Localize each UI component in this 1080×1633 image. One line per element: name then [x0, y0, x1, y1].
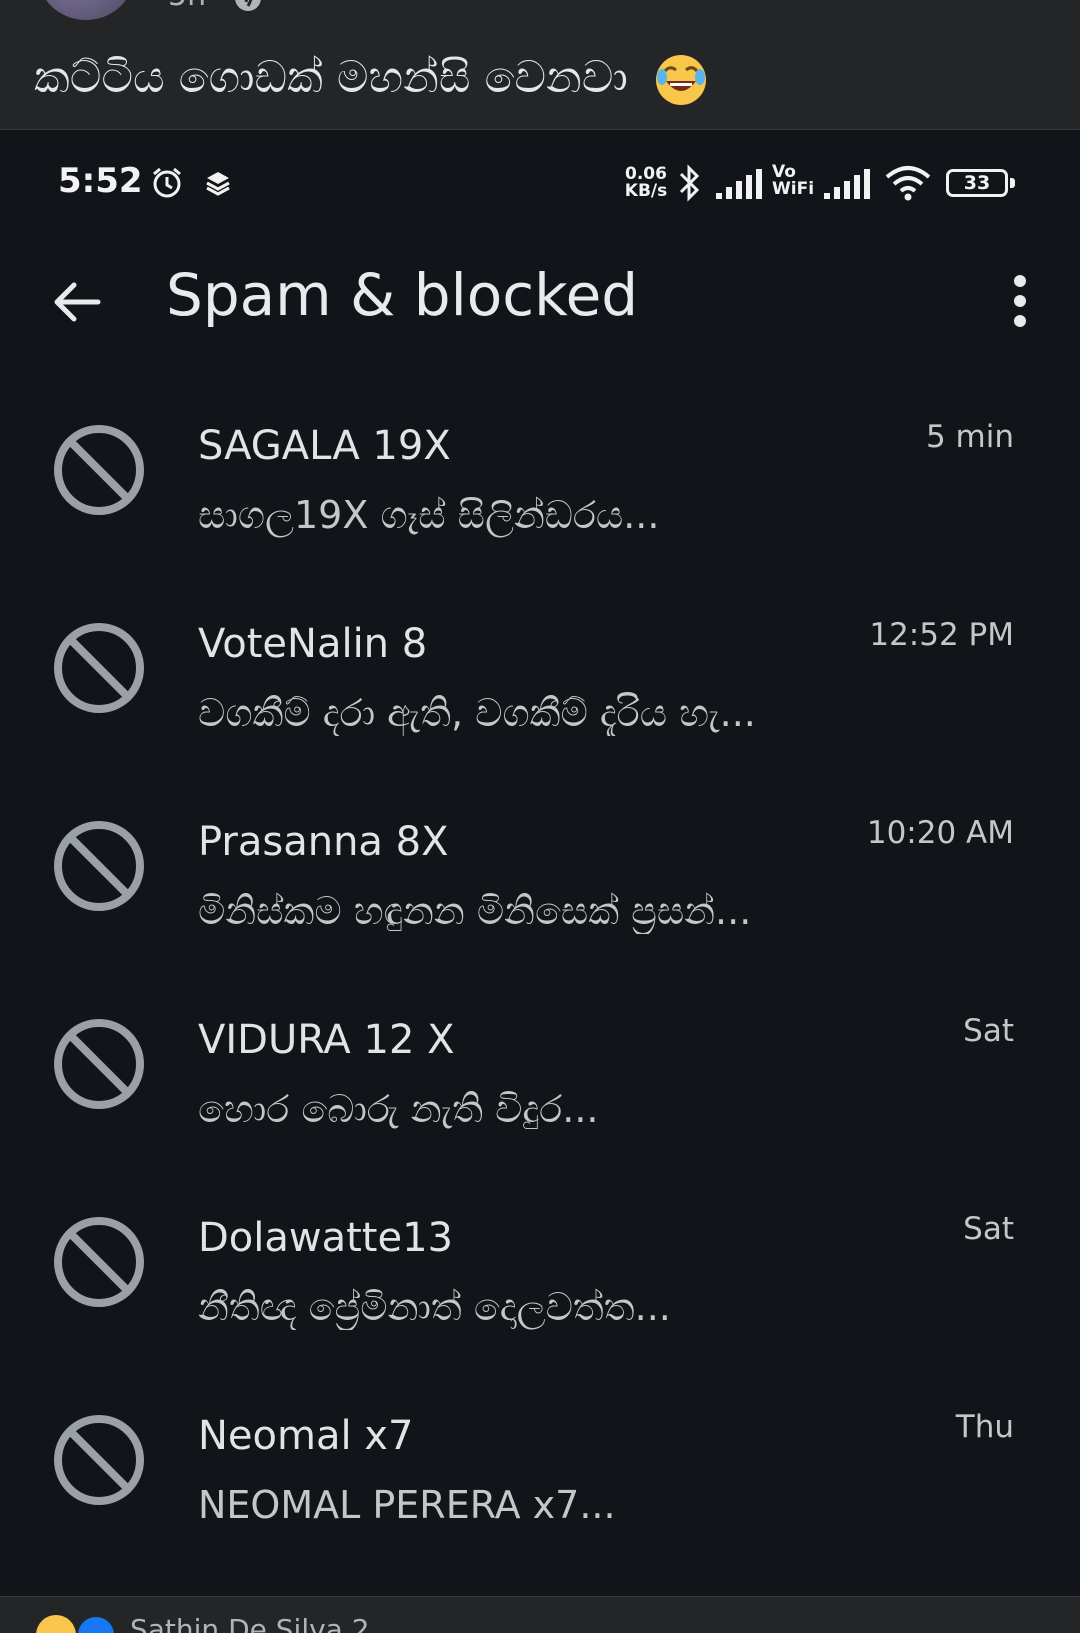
bluetooth-icon — [679, 164, 700, 202]
cellular-signal-icon — [716, 169, 762, 199]
conversation-name: Dolawatte13 — [198, 1215, 453, 1261]
cellular-signal-2-icon — [824, 169, 870, 199]
wifi-text: WiFi — [772, 179, 815, 199]
conversation-name: SAGALA 19X — [198, 423, 451, 469]
conversation-time: 12:52 PM — [869, 617, 1014, 653]
laughing-emoji-icon — [655, 55, 706, 105]
block-icon — [54, 1415, 144, 1505]
network-speed: 0.06 KB/s — [624, 166, 668, 200]
wifi-icon — [885, 166, 931, 201]
haha-reaction-icon — [36, 1615, 76, 1633]
post-header: 5h කට්ටිය ගොඩක් මහන්සි වෙනවා — [0, 0, 1080, 130]
layers-icon — [206, 172, 230, 196]
alarm-icon — [153, 167, 181, 198]
phone-screenshot: 5:52 0.06 KB/s Vo WiFi 33 Spam & blocked… — [0, 131, 1080, 1596]
post-footer: Sathin De Silva 2 — [0, 1596, 1080, 1633]
like-reaction-icon — [76, 1615, 116, 1633]
conversation-time: Sat — [963, 1211, 1014, 1247]
app-bar: Spam & blocked — [0, 231, 1080, 371]
conversation-row[interactable]: Dolawatte13 නීතිඥ ප්‍රේමිනාත් දොලවත්ත... S… — [0, 1193, 1080, 1391]
post-time: 5h — [168, 0, 206, 13]
conversation-snippet: මිනිස්කම හඳුනන මිනිසෙක් ප්‍රසන්... — [198, 889, 752, 933]
network-speed-unit: KB/s — [624, 181, 668, 201]
conversation-name: Prasanna 8X — [198, 819, 449, 865]
conversation-time: Thu — [955, 1409, 1014, 1445]
conversation-snippet: නීතිඥ ප්‍රේමිනාත් දොලවත්ත... — [198, 1285, 671, 1329]
conversation-snippet: සාගල19X ගෑස් සිලින්ඩරය... — [198, 493, 660, 537]
more-options-icon[interactable] — [996, 265, 1044, 337]
conversation-row[interactable]: Neomal x7 NEOMAL PERERA x7... Thu — [0, 1391, 1080, 1589]
conversation-name: VoteNalin 8 — [198, 621, 428, 667]
status-bar: 5:52 0.06 KB/s Vo WiFi 33 — [0, 131, 1080, 231]
conversation-time: 10:20 AM — [866, 815, 1014, 851]
post-caption: කට්ටිය ගොඩක් මහන්සි වෙනවා — [34, 52, 708, 107]
battery-indicator: 33 — [946, 169, 1015, 197]
conversation-snippet: NEOMAL PERERA x7... — [198, 1483, 616, 1527]
page-title: Spam & blocked — [166, 261, 639, 329]
conversation-row[interactable]: Prasanna 8X මිනිස්කම හඳුනන මිනිසෙක් ප්‍රස… — [0, 797, 1080, 995]
block-icon — [54, 425, 144, 515]
conversation-name: VIDURA 12 X — [198, 1017, 455, 1063]
block-icon — [54, 821, 144, 911]
conversation-name: Neomal x7 — [198, 1413, 414, 1459]
block-icon — [54, 623, 144, 713]
block-icon — [54, 1019, 144, 1109]
conversation-time: 5 min — [925, 419, 1014, 455]
conversation-row[interactable]: VoteNalin 8 වගකීම් දරා ඇති, වගකීම් දැරිය … — [0, 599, 1080, 797]
avatar[interactable] — [38, 0, 134, 20]
conversation-time: Sat — [963, 1013, 1014, 1049]
back-arrow-icon[interactable] — [46, 271, 108, 333]
conversation-list: SAGALA 19X සාගල19X ගෑස් සිලින්ඩරය... 5 min… — [0, 401, 1080, 1589]
conversation-snippet: වගකීම් දරා ඇති, වගකීම් දැරිය හැ... — [198, 691, 756, 735]
conversation-snippet: හොර බොරු නැති විදුර... — [198, 1087, 599, 1131]
status-time: 5:52 — [58, 161, 143, 201]
vowifi-label: Vo WiFi — [772, 164, 814, 198]
post-caption-text: කට්ටිය ගොඩක් මහන්සි වෙනවා — [34, 52, 628, 103]
conversation-row[interactable]: VIDURA 12 X හොර බොරු නැති විදුර... Sat — [0, 995, 1080, 1193]
globe-icon — [235, 0, 261, 11]
reactions-summary[interactable]: Sathin De Silva 2 — [130, 1613, 370, 1633]
conversation-row[interactable]: SAGALA 19X සාගල19X ගෑස් සිලින්ඩරය... 5 min — [0, 401, 1080, 599]
block-icon — [54, 1217, 144, 1307]
